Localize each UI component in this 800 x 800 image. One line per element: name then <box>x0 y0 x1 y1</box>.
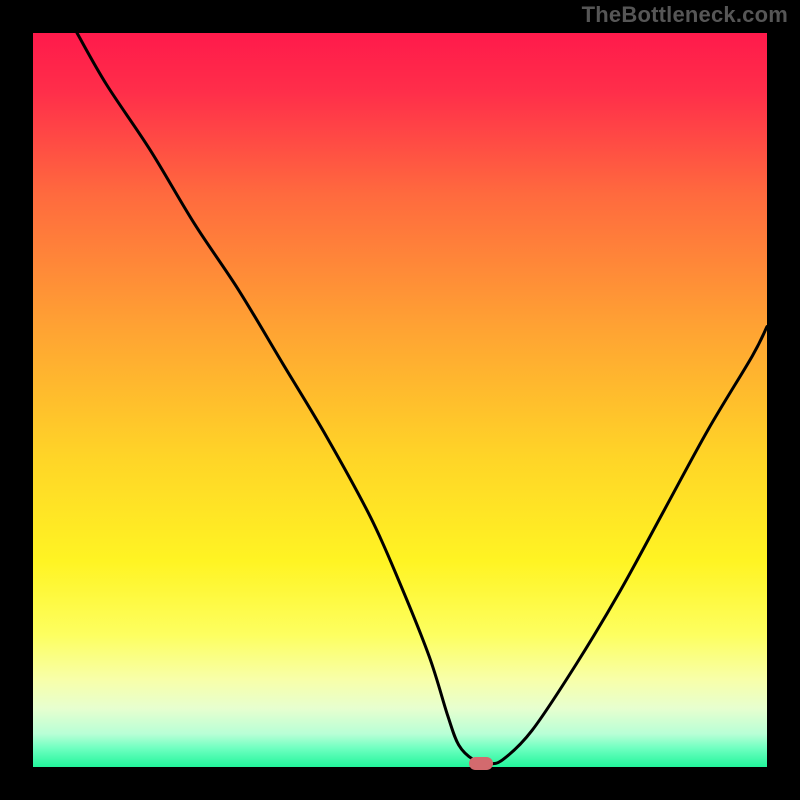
plot-background <box>33 33 767 767</box>
chart-frame: TheBottleneck.com <box>0 0 800 800</box>
optimum-marker <box>469 757 493 770</box>
watermark-text: TheBottleneck.com <box>582 2 788 28</box>
bottleneck-plot <box>33 33 767 767</box>
